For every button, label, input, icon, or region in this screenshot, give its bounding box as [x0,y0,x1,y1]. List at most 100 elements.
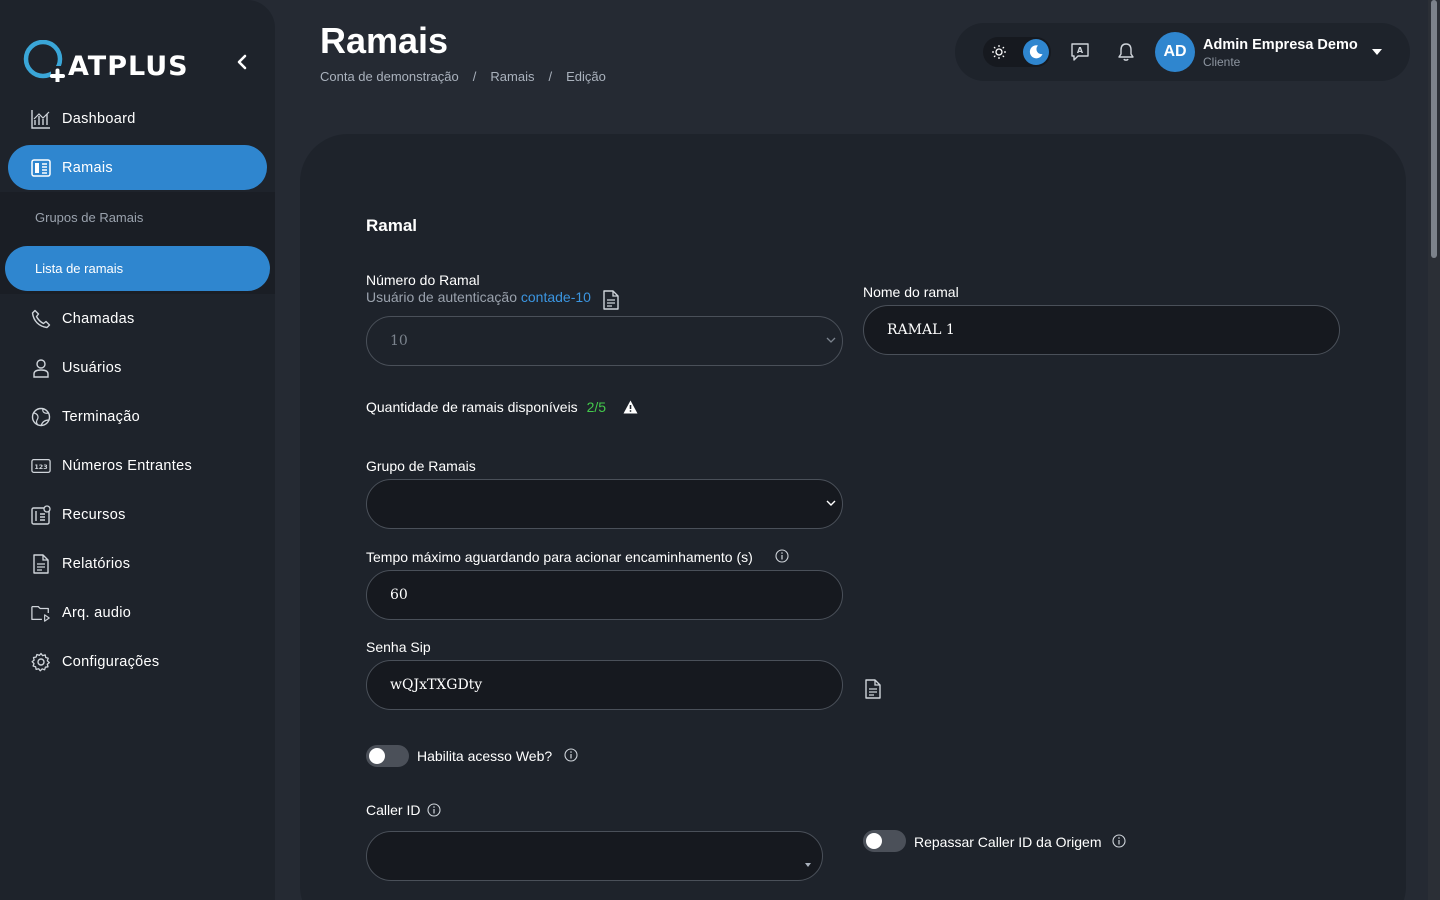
sidebar-item-label: Números Entrantes [62,457,193,474]
sun-icon[interactable] [987,40,1011,64]
quantidade-value: 2/5 [586,399,607,415]
caret-down-icon [805,863,811,867]
sidebar-item-label: Chamadas [62,310,135,327]
nome-label: Nome do ramal [863,284,959,300]
collapse-sidebar-button[interactable] [232,52,252,72]
tempo-value: 60 [390,587,408,603]
breadcrumb: Conta de demonstração / Ramais / Edição [320,69,606,84]
caret-down-icon[interactable] [1371,47,1383,57]
callerid-select[interactable] [366,831,823,881]
breadcrumb-separator: / [548,69,553,84]
sidebar-item-terminacao[interactable]: Terminação [0,392,275,441]
moon-icon[interactable] [1023,39,1049,65]
sidebar-item-label: Relatórios [62,555,131,572]
sidebar-item-numeros-entrantes[interactable]: 123 Números Entrantes [0,441,275,490]
auth-user-text: Usuário de autenticação contade-10 [366,289,591,305]
info-icon[interactable] [1112,834,1126,848]
callerid-label: Caller ID [366,802,421,818]
info-icon[interactable] [564,748,578,762]
copy-password-icon[interactable] [864,679,882,699]
page-scrollbar[interactable] [1428,0,1440,900]
sidebar-item-label: Recursos [62,506,126,523]
chevron-down-icon [826,337,836,343]
user-name[interactable]: Admin Empresa Demo [1203,37,1358,53]
auth-user-link[interactable]: contade-10 [521,289,591,305]
sidebar-item-label: Arq. audio [62,604,132,621]
sidebar-item-chamadas[interactable]: Chamadas [0,294,275,343]
chat-icon[interactable]: A [1069,41,1091,63]
senha-label: Senha Sip [366,639,431,655]
info-icon[interactable] [775,549,789,563]
sidebar-nav: Dashboard Ramais Grupos de Ramais Lista … [0,94,275,686]
phone-icon [31,309,51,329]
submenu-item-label: Grupos de Ramais [35,210,144,225]
tempo-label: Tempo máximo aguardando para acionar enc… [366,549,753,565]
logo-mark-icon [23,40,66,82]
numero-select: 10 [366,316,843,366]
numbers-icon: 123 [31,456,51,476]
sidebar-item-label: Configurações [62,653,160,670]
tempo-input[interactable]: 60 [366,570,843,620]
resources-icon [31,504,51,525]
user-icon [31,358,51,378]
breadcrumb-item: Edição [566,69,606,84]
numero-value: 10 [390,333,408,349]
sidebar-item-dashboard[interactable]: Dashboard [0,94,275,143]
senha-value: wQJxTXGDty [390,677,483,693]
page-title: Ramais [320,20,449,61]
sidebar-item-recursos[interactable]: Recursos [0,490,275,539]
info-icon[interactable] [427,803,441,817]
nome-input[interactable]: RAMAL 1 [863,305,1340,355]
chevron-left-icon [237,54,247,70]
submenu-item-lista[interactable]: Lista de ramais [0,243,275,294]
grupo-select[interactable] [366,479,843,529]
numero-label: Número do Ramal [366,272,480,288]
grupo-label: Grupo de Ramais [366,458,476,474]
submenu-item-label: Lista de ramais [35,261,124,276]
copy-document-icon[interactable] [602,290,620,310]
chart-icon [31,109,51,129]
web-access-toggle[interactable] [366,745,409,767]
globe-icon [31,407,51,427]
sidebar-item-configuracoes[interactable]: Configurações [0,637,275,686]
sidebar-item-arq-audio[interactable]: Arq. audio [0,588,275,637]
svg-text:A: A [1077,46,1084,55]
section-title: Ramal [366,216,418,235]
sidebar: ATPLUS Dashboard Ramais Grupos de Ramais… [0,0,275,900]
submenu-item-grupos[interactable]: Grupos de Ramais [0,192,275,243]
logo-text: ATPLUS [68,51,189,82]
brand-logo[interactable]: ATPLUS [22,40,189,82]
repassar-callerid-toggle[interactable] [863,830,906,852]
user-role: Cliente [1203,55,1241,69]
avatar[interactable]: AD [1155,32,1195,72]
sidebar-item-ramais[interactable]: Ramais [0,143,275,192]
sidebar-item-usuarios[interactable]: Usuários [0,343,275,392]
sidebar-item-relatorios[interactable]: Relatórios [0,539,275,588]
quantidade-label: Quantidade de ramais disponíveis [366,399,578,415]
report-icon [31,553,51,574]
breadcrumb-item[interactable]: Conta de demonstração [320,69,459,84]
submenu-ramais: Grupos de Ramais Lista de ramais [0,192,275,294]
svg-text:123: 123 [34,464,47,471]
auth-user-prefix: Usuário de autenticação [366,289,517,305]
senha-input[interactable]: wQJxTXGDty [366,660,843,710]
theme-toggle[interactable] [983,37,1051,67]
gear-icon [31,652,51,672]
breadcrumb-separator: / [472,69,477,84]
audio-folder-icon [31,603,51,623]
scrollbar-thumb[interactable] [1431,0,1437,258]
sidebar-item-label: Dashboard [62,110,136,127]
breadcrumb-item[interactable]: Ramais [490,69,534,84]
repassar-callerid-label: Repassar Caller ID da Origem [914,834,1102,850]
top-bar: A AD Admin Empresa Demo Cliente [955,23,1410,81]
extension-icon [31,158,51,178]
warning-icon [623,400,638,414]
sidebar-item-label: Usuários [62,359,122,376]
sidebar-item-label: Terminação [62,408,140,425]
web-access-label: Habilita acesso Web? [417,748,553,764]
quantidade-text: Quantidade de ramais disponíveis 2/5 [366,399,606,415]
sidebar-item-label: Ramais [62,159,113,176]
chevron-down-icon [826,500,836,506]
bell-icon[interactable] [1115,41,1137,63]
nome-value: RAMAL 1 [887,322,955,338]
